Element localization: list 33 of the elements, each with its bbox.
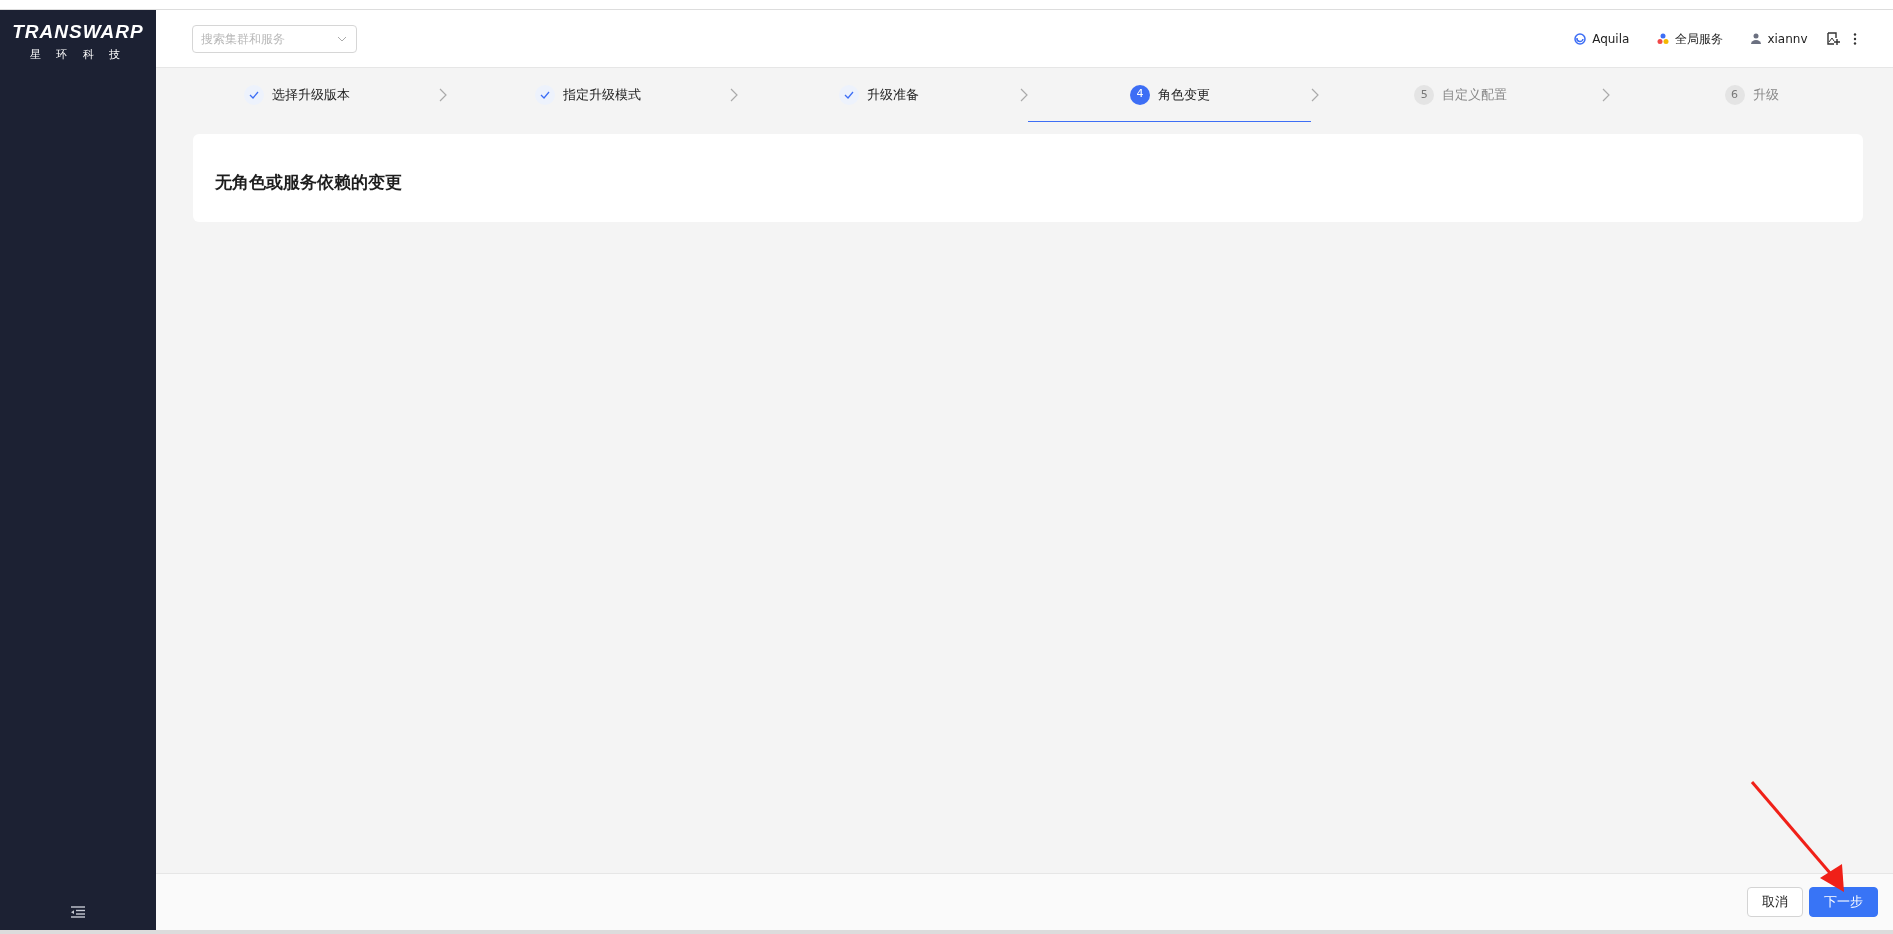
collapse-menu-icon[interactable] (71, 906, 85, 918)
user-menu[interactable]: xiannv (1751, 29, 1808, 48)
step-tab[interactable]: 5 自定义配置 (1319, 68, 1603, 122)
globe-icon (1574, 32, 1587, 45)
step-number: 4 (1129, 84, 1150, 105)
chevron-icon (1311, 88, 1320, 102)
dots-icon (1657, 32, 1670, 45)
chevron-icon (729, 88, 738, 102)
chevron-icon (1020, 88, 1029, 102)
chevron-icon (438, 88, 447, 102)
more-icon[interactable] (1853, 32, 1857, 45)
step-tab[interactable]: 6 升级 (1610, 68, 1893, 122)
caret-icon (337, 35, 347, 42)
header-link[interactable]: 全局服务 (1657, 29, 1724, 48)
next-button[interactable]: 下一步 (1809, 887, 1878, 917)
check-icon (839, 85, 860, 105)
logo-subtitle: 星 环 科 技 (29, 46, 127, 63)
card-title: 无角色或服务依赖的变更 (215, 171, 403, 194)
check-icon (244, 85, 265, 105)
header-link[interactable]: Aquila (1574, 29, 1630, 48)
step-number: 5 (1414, 85, 1435, 105)
step-tab[interactable]: 升级准备 (737, 68, 1021, 122)
check-icon (535, 85, 556, 105)
step-number: 6 (1724, 85, 1745, 105)
search-field[interactable]: 搜索集群和服务 (192, 24, 357, 53)
image-add-icon[interactable] (1827, 32, 1840, 45)
step-tab[interactable]: 指定升级模式 (446, 68, 730, 122)
logo-wordmark: TRANSWARP (12, 20, 144, 44)
step-tab[interactable]: 4 角色变更 (1028, 68, 1312, 122)
user-icon (1751, 33, 1762, 44)
chevron-icon (1602, 88, 1611, 102)
cancel-button[interactable]: 取消 (1747, 887, 1803, 917)
step-tab[interactable]: 选择升级版本 (156, 68, 439, 122)
